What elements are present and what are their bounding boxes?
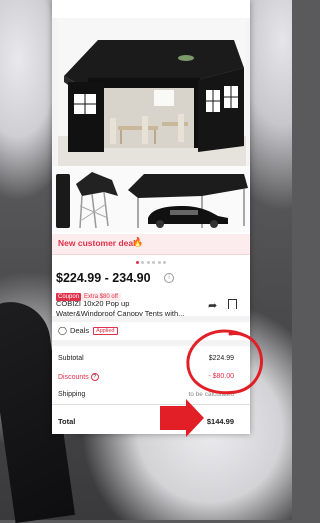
share-icon[interactable]: ➦ — [208, 299, 217, 312]
new-customer-deal-banner[interactable]: New customer deal 🔥 — [52, 234, 250, 255]
applied-badge: Applied — [93, 327, 118, 335]
product-thumbnail-strip — [52, 166, 250, 232]
carousel-indicator — [52, 257, 250, 264]
discounts-row[interactable]: Discounts? - $80.00 — [58, 373, 234, 381]
subtotal-label: Subtotal — [58, 355, 84, 362]
total-row: Total $144.99 — [58, 417, 234, 426]
total-divider — [52, 404, 250, 405]
question-icon[interactable]: ? — [90, 373, 99, 381]
total-label: Total — [58, 417, 76, 426]
product-image[interactable] — [52, 18, 250, 166]
shipping-label: Shipping — [58, 391, 86, 398]
carousel-dot[interactable] — [146, 261, 150, 264]
discounts-value: - $80.00 — [208, 373, 234, 380]
section-divider — [52, 316, 250, 322]
product-title-line1: COBIZI 10x20 Pop up — [56, 299, 130, 308]
carousel-dot[interactable] — [136, 261, 140, 264]
thumbnails-image[interactable] — [52, 166, 250, 232]
section-divider — [52, 340, 250, 346]
bookmark-icon[interactable] — [228, 299, 237, 312]
shipping-value: to be calculated — [188, 391, 234, 398]
phone-screen: New customer deal 🔥 $224.99 - 234.90 i C… — [52, 0, 250, 434]
flame-icon: 🔥 — [132, 237, 144, 247]
tag-icon: ◯ — [58, 326, 67, 335]
deal-banner-text: New customer deal — [58, 238, 136, 248]
shipping-row: Shipping to be calculated — [58, 391, 234, 398]
carousel-dot[interactable] — [162, 261, 166, 264]
coupon-row[interactable]: Coupon Extra $80 off — [56, 288, 121, 301]
info-icon[interactable]: i — [164, 273, 174, 283]
canopy-tent-image — [58, 18, 246, 166]
product-price: $224.99 - 234.90 — [56, 271, 151, 285]
deals-label: Deals — [69, 326, 90, 335]
subtotal-row: Subtotal $224.99 — [58, 355, 234, 362]
carousel-dot[interactable] — [157, 261, 161, 264]
subtotal-value: $224.99 — [208, 355, 234, 362]
discounts-label: Discounts — [58, 374, 89, 381]
deals-row[interactable]: ◯ Deals Applied — [58, 326, 118, 335]
carousel-dot[interactable] — [152, 261, 156, 264]
carousel-dot[interactable] — [141, 261, 145, 264]
total-value: $144.99 — [206, 417, 234, 426]
